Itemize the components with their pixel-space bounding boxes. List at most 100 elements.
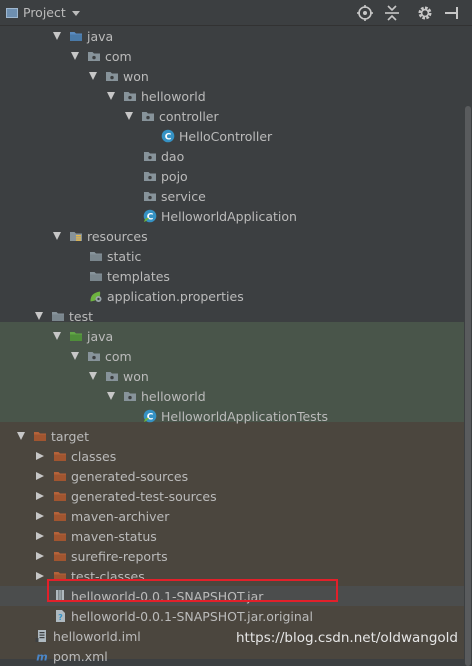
- tree-node-label: java: [87, 328, 114, 344]
- dropdown-icon: [71, 11, 80, 16]
- tree-node-label: helloworld.iml: [53, 628, 141, 644]
- tree-node[interactable]: com: [0, 46, 464, 66]
- tree-node[interactable]: dao: [0, 146, 464, 166]
- excluded-folder-icon: [53, 449, 67, 463]
- scrollbar-thumb[interactable]: [465, 106, 471, 666]
- tree-node[interactable]: C HelloworldApplication: [0, 206, 464, 226]
- package-icon: [141, 109, 155, 123]
- settings-icon[interactable]: [416, 4, 434, 22]
- collapsed-arrow-icon[interactable]: [36, 512, 44, 520]
- tree-node[interactable]: C HelloController: [0, 126, 464, 146]
- tree-node[interactable]: java: [0, 26, 464, 46]
- maven-icon: m: [35, 649, 49, 664]
- expand-arrow-icon[interactable]: [107, 392, 115, 400]
- tree-node[interactable]: generated-test-sources: [0, 486, 464, 506]
- tree-node[interactable]: test-classes: [0, 566, 464, 586]
- tree-node-label: generated-sources: [71, 468, 189, 484]
- expand-arrow-icon[interactable]: [53, 332, 61, 340]
- collapsed-arrow-icon[interactable]: [36, 572, 44, 580]
- project-view-selector[interactable]: Project: [6, 5, 80, 20]
- expand-arrow-icon[interactable]: [71, 352, 79, 360]
- tree-node[interactable]: helloworld: [0, 86, 464, 106]
- spring-boot-class-icon: C: [143, 409, 157, 423]
- locate-icon[interactable]: [356, 4, 374, 22]
- tree-node-label: templates: [107, 268, 170, 284]
- expand-arrow-icon[interactable]: [35, 312, 43, 320]
- tree-node[interactable]: resources: [0, 226, 464, 246]
- resources-folder-icon: [69, 229, 83, 243]
- expand-arrow-icon[interactable]: [17, 432, 25, 440]
- collapsed-arrow-icon[interactable]: [36, 492, 44, 500]
- expand-arrow-icon[interactable]: [53, 232, 61, 240]
- tree-node[interactable]: test: [0, 306, 464, 326]
- expand-arrow-icon[interactable]: [53, 32, 61, 40]
- package-icon: [105, 69, 119, 83]
- tree-node-label: application.properties: [107, 288, 244, 304]
- tree-node[interactable]: maven-status: [0, 526, 464, 546]
- tree-node-label: com: [105, 348, 132, 364]
- tree-node-label: HelloController: [179, 128, 273, 144]
- package-icon: [143, 189, 157, 203]
- tree-node[interactable]: classes: [0, 446, 464, 466]
- tree-node[interactable]: target: [0, 426, 464, 446]
- expand-arrow-icon[interactable]: [107, 92, 115, 100]
- tree-node[interactable]: helloworld: [0, 386, 464, 406]
- tree-node-label: classes: [71, 448, 117, 464]
- tree-node[interactable]: won: [0, 66, 464, 86]
- collapse-all-icon[interactable]: [383, 4, 401, 22]
- collapsed-arrow-icon[interactable]: [36, 472, 44, 480]
- package-icon: [143, 169, 157, 183]
- excluded-folder-icon: [53, 549, 67, 563]
- tree-node[interactable]: pojo: [0, 166, 464, 186]
- tree-node[interactable]: static: [0, 246, 464, 266]
- package-icon: [143, 149, 157, 163]
- spring-properties-icon: [89, 289, 103, 303]
- tree-node[interactable]: application.properties: [0, 286, 464, 306]
- tree-node[interactable]: com: [0, 346, 464, 366]
- expand-arrow-icon[interactable]: [89, 372, 97, 380]
- package-icon: [87, 49, 101, 63]
- tree-node[interactable]: controller: [0, 106, 464, 126]
- tree-node-label: maven-status: [71, 528, 157, 544]
- folder-icon: [89, 269, 103, 283]
- tree-node[interactable]: surefire-reports: [0, 546, 464, 566]
- tree-node-label: java: [87, 28, 114, 44]
- tree-node-label: static: [107, 248, 142, 264]
- tree-node-label: controller: [159, 108, 219, 124]
- tree-node[interactable]: ? helloworld-0.0.1-SNAPSHOT.jar.original: [0, 606, 464, 626]
- svg-text:C: C: [165, 132, 172, 142]
- collapsed-arrow-icon[interactable]: [36, 532, 44, 540]
- tree-node-label: generated-test-sources: [71, 488, 217, 504]
- jar-icon: [53, 589, 67, 603]
- project-tree: java com won helloworld controller C HelloCont…: [0, 26, 472, 664]
- tree-node[interactable]: templates: [0, 266, 464, 286]
- tree-node[interactable]: won: [0, 366, 464, 386]
- tree-node[interactable]: m pom.xml: [0, 646, 464, 666]
- tree-node[interactable]: helloworld-0.0.1-SNAPSHOT.jar: [0, 586, 464, 606]
- excluded-folder-icon: [53, 509, 67, 523]
- tree-node-label: won: [123, 368, 149, 384]
- iml-module-icon: [35, 629, 49, 643]
- project-icon: [6, 7, 18, 18]
- tree-node[interactable]: java: [0, 326, 464, 346]
- expand-arrow-icon[interactable]: [71, 52, 79, 60]
- hide-icon[interactable]: [442, 4, 460, 22]
- expand-arrow-icon[interactable]: [125, 112, 133, 120]
- source-folder-icon: [69, 29, 83, 43]
- collapsed-arrow-icon[interactable]: [36, 552, 44, 560]
- file-unknown-icon: ?: [53, 609, 67, 623]
- tree-node[interactable]: maven-archiver: [0, 506, 464, 526]
- tree-node-label: helloworld: [141, 88, 206, 104]
- tree-node[interactable]: C HelloworldApplicationTests: [0, 406, 464, 426]
- package-icon: [87, 349, 101, 363]
- expand-arrow-icon[interactable]: [89, 72, 97, 80]
- tree-node-label: pom.xml: [53, 648, 108, 664]
- tree-node[interactable]: generated-sources: [0, 466, 464, 486]
- vertical-scrollbar[interactable]: [464, 26, 472, 666]
- collapsed-arrow-icon[interactable]: [36, 452, 44, 460]
- java-class-icon: C: [161, 129, 175, 143]
- folder-icon: [51, 309, 65, 323]
- panel-title: Project: [23, 5, 66, 20]
- tree-node[interactable]: service: [0, 186, 464, 206]
- excluded-folder-icon: [33, 429, 47, 443]
